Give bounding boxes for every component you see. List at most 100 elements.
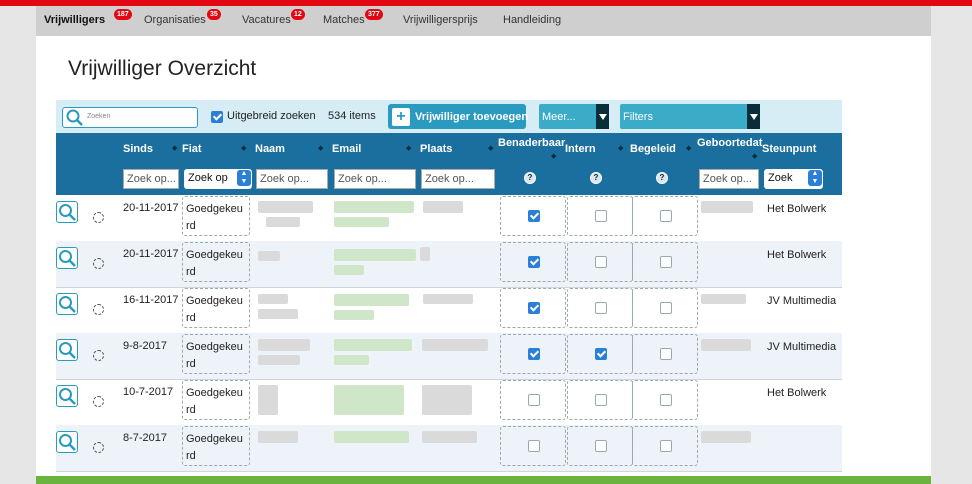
view-button[interactable] — [56, 339, 78, 361]
sort-icon[interactable]: ◆ — [241, 144, 246, 152]
redacted-email — [334, 339, 412, 351]
select-indicator[interactable] — [93, 212, 104, 223]
redacted-birthdate — [701, 431, 751, 443]
begeleid-checkbox[interactable] — [660, 256, 672, 268]
fiat-cell[interactable]: Goedgekeurd — [182, 196, 250, 236]
intern-checkbox[interactable] — [595, 256, 607, 268]
intern-cell — [567, 196, 633, 236]
fiat-cell[interactable]: Goedgekeurd — [182, 426, 250, 466]
redacted-place — [422, 339, 488, 351]
filters-dropdown[interactable]: Filters — [620, 104, 760, 129]
nav-item-organisaties[interactable]: Organisaties 35 — [144, 9, 221, 26]
table-row[interactable]: 20-11-2017 Goedgekeurd Het Bolwerk — [56, 241, 842, 288]
view-button[interactable] — [56, 293, 78, 315]
column-header-plaats[interactable]: Plaats — [420, 143, 452, 155]
begeleid-cell — [632, 334, 698, 374]
filter-input-email[interactable]: Zoek op... — [334, 169, 416, 189]
column-header-benaderbaar[interactable]: Benaderbaar — [498, 137, 565, 149]
extended-search-checkbox[interactable] — [211, 111, 223, 123]
sinds-cell: 20-11-2017 — [123, 248, 179, 260]
search-icon — [59, 388, 76, 405]
redacted-email — [334, 431, 409, 443]
filter-select-steunpunt[interactable]: Zoek ▲ ▼ — [764, 169, 823, 189]
fiat-cell[interactable]: Goedgekeurd — [182, 288, 250, 328]
benaderbaar-checkbox[interactable] — [528, 210, 540, 222]
benaderbaar-checkbox[interactable] — [528, 440, 540, 452]
filter-input-sinds[interactable]: Zoek op... — [123, 169, 179, 189]
search-input[interactable]: Zoeken — [62, 107, 198, 128]
select-indicator[interactable] — [93, 258, 104, 269]
filter-input-plaats[interactable]: Zoek op... — [421, 169, 495, 189]
intern-checkbox[interactable] — [595, 394, 607, 406]
redacted-birthdate — [701, 201, 753, 213]
nav-item-vrijwilligers[interactable]: Vrijwilligers 187 — [44, 9, 132, 26]
redacted-email — [334, 201, 414, 213]
select-indicator[interactable] — [93, 350, 104, 361]
nav-item-vrijwilligersprijs[interactable]: Vrijwilligersprijs — [403, 14, 478, 26]
search-placeholder: Zoeken — [87, 113, 111, 120]
column-header-fiat[interactable]: Fiat — [182, 143, 202, 155]
select-indicator[interactable] — [93, 442, 104, 453]
filter-select-fiat[interactable]: Zoek op ▲ ▼ — [184, 169, 252, 189]
select-indicator[interactable] — [93, 396, 104, 407]
column-header-geboortedatum[interactable]: Geboortedat — [697, 137, 762, 149]
view-button[interactable] — [56, 385, 78, 407]
redacted-email — [334, 310, 374, 320]
table-row[interactable]: 8-7-2017 Goedgekeurd — [56, 425, 842, 472]
select-indicator[interactable] — [93, 304, 104, 315]
more-dropdown[interactable]: Meer... — [539, 104, 609, 129]
column-header-steunpunt[interactable]: Steunpunt — [762, 143, 816, 155]
nav-item-handleiding[interactable]: Handleiding — [503, 14, 561, 26]
help-icon[interactable]: ? — [656, 172, 668, 184]
intern-checkbox[interactable] — [595, 210, 607, 222]
table-row[interactable]: 9-8-2017 Goedgekeurd JV Multimedia — [56, 333, 842, 380]
redacted-name — [258, 251, 280, 261]
sort-icon[interactable]: ◆ — [752, 152, 757, 160]
sort-icon[interactable]: ◆ — [551, 152, 556, 160]
column-header-begeleid[interactable]: Begeleid — [630, 143, 676, 155]
intern-checkbox[interactable] — [595, 302, 607, 314]
sort-icon[interactable]: ◆ — [686, 144, 691, 152]
search-icon — [59, 296, 76, 313]
sort-icon[interactable]: ◆ — [318, 144, 323, 152]
benaderbaar-cell — [500, 380, 566, 420]
intern-cell — [567, 426, 633, 466]
more-dropdown-label: Meer... — [542, 111, 576, 123]
filter-input-geboortedatum[interactable]: Zoek op... — [699, 169, 759, 189]
table-row[interactable]: 20-11-2017 Goedgekeurd Het Bolwerk — [56, 195, 842, 242]
benaderbaar-checkbox[interactable] — [528, 348, 540, 360]
begeleid-checkbox[interactable] — [660, 348, 672, 360]
column-header-intern[interactable]: Intern — [565, 143, 596, 155]
view-button[interactable] — [56, 201, 78, 223]
table-row[interactable]: 10-7-2017 Goedgekeurd Het Bolwerk — [56, 379, 842, 426]
table-row[interactable]: 16-11-2017 Goedgekeurd JV Multimedia — [56, 287, 842, 334]
benaderbaar-checkbox[interactable] — [528, 256, 540, 268]
benaderbaar-checkbox[interactable] — [528, 394, 540, 406]
sort-icon[interactable]: ◆ — [618, 144, 623, 152]
intern-checkbox[interactable] — [595, 440, 607, 452]
help-icon[interactable]: ? — [590, 172, 602, 184]
nav-item-vacatures[interactable]: Vacatures 12 — [242, 9, 305, 26]
sort-icon[interactable]: ◆ — [172, 144, 177, 152]
fiat-cell[interactable]: Goedgekeurd — [182, 334, 250, 374]
column-header-naam[interactable]: Naam — [255, 143, 285, 155]
view-button[interactable] — [56, 431, 78, 453]
benaderbaar-checkbox[interactable] — [528, 302, 540, 314]
help-icon[interactable]: ? — [524, 172, 536, 184]
fiat-cell[interactable]: Goedgekeurd — [182, 380, 250, 420]
begeleid-checkbox[interactable] — [660, 394, 672, 406]
nav-item-matches[interactable]: Matches 377 — [323, 9, 383, 26]
redacted-name — [258, 294, 288, 304]
sort-icon[interactable]: ◆ — [406, 144, 411, 152]
fiat-cell[interactable]: Goedgekeurd — [182, 242, 250, 282]
begeleid-checkbox[interactable] — [660, 210, 672, 222]
filter-input-naam[interactable]: Zoek op... — [256, 169, 328, 189]
column-header-sinds[interactable]: Sinds — [123, 143, 153, 155]
view-button[interactable] — [56, 247, 78, 269]
begeleid-checkbox[interactable] — [660, 440, 672, 452]
begeleid-checkbox[interactable] — [660, 302, 672, 314]
column-header-email[interactable]: Email — [332, 143, 361, 155]
intern-checkbox[interactable] — [595, 348, 607, 360]
add-volunteer-button[interactable]: + Vrijwilliger toevoegen — [388, 104, 528, 129]
sort-icon[interactable]: ◆ — [488, 144, 493, 152]
